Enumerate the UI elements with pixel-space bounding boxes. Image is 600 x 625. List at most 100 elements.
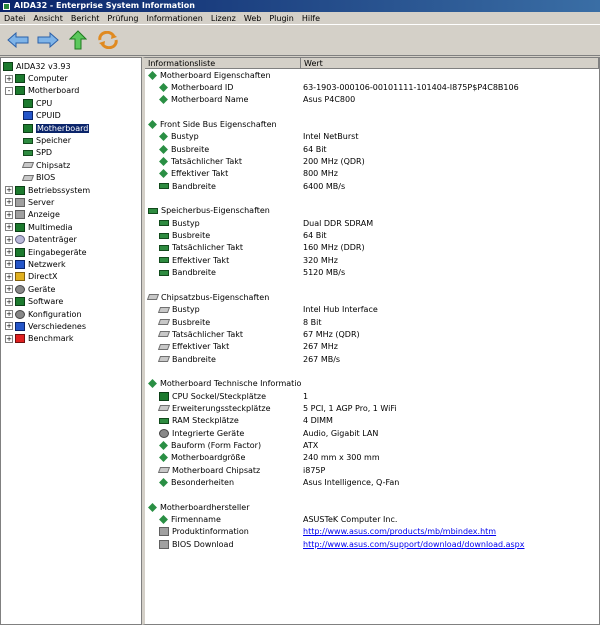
tree-item-verschiedenes[interactable]: + Verschiedenes: [1, 320, 141, 332]
group-header[interactable]: Chipsatzbus-Eigenschaften: [145, 291, 599, 303]
property-row[interactable]: Bandbreite 267 MB/s: [145, 353, 599, 365]
up-button[interactable]: [64, 28, 92, 52]
tree-item-cpuid-sub[interactable]: CPUID: [1, 110, 141, 122]
refresh-button[interactable]: [94, 28, 122, 52]
expand-icon[interactable]: +: [5, 322, 13, 331]
tree-item-label: Geräte: [28, 284, 56, 294]
property-row[interactable]: Effektiver Takt 267 MHz: [145, 341, 599, 353]
tree-item-software[interactable]: + Software: [1, 295, 141, 307]
tree-item-speicher-sub[interactable]: Speicher: [1, 134, 141, 146]
expand-icon[interactable]: +: [5, 260, 13, 269]
property-row[interactable]: Motherboard Name Asus P4C800: [145, 94, 599, 106]
tree-root[interactable]: AIDA32 v3.93: [1, 60, 141, 72]
menu-bar: Datei Ansicht Bericht Prüfung Informationen L…: [0, 12, 600, 25]
menu-item-0[interactable]: Datei: [0, 14, 29, 23]
property-row[interactable]: Bauform (Form Factor) ATX: [145, 439, 599, 451]
tree-item-konfiguration[interactable]: + Konfiguration: [1, 308, 141, 320]
property-link[interactable]: http://www.asus.com/support/download/dow…: [303, 540, 524, 549]
property-row[interactable]: CPU Sockel/Steckplätze 1: [145, 390, 599, 402]
property-row[interactable]: Integrierte Geräte Audio, Gigabit LAN: [145, 427, 599, 439]
expand-icon[interactable]: +: [5, 186, 13, 195]
forward-button[interactable]: [34, 28, 62, 52]
expand-icon[interactable]: +: [5, 248, 13, 257]
tree-item-directx[interactable]: + DirectX: [1, 271, 141, 283]
tree-item-datentr-ger[interactable]: + Datenträger: [1, 233, 141, 245]
navigation-tree-pane[interactable]: AIDA32 v3.93 + Computer - Motherboard CPU CPUI…: [0, 57, 142, 625]
property-row[interactable]: Bandbreite 5120 MB/s: [145, 267, 599, 279]
property-row[interactable]: Bustyp Intel Hub Interface: [145, 304, 599, 316]
property-link[interactable]: http://www.asus.com/products/mb/mbindex.…: [303, 527, 496, 536]
menu-item-6[interactable]: Web: [240, 14, 265, 23]
menu-item-5[interactable]: Lizenz: [207, 14, 240, 23]
menu-item-2[interactable]: Bericht: [67, 14, 104, 23]
expand-icon[interactable]: +: [5, 334, 13, 343]
property-row[interactable]: Motherboard ID 63-1903-000106-00101111-10…: [145, 81, 599, 93]
expand-icon[interactable]: +: [5, 198, 13, 207]
tree-item-ger-te[interactable]: + Geräte: [1, 283, 141, 295]
group-header[interactable]: Motherboardhersteller: [145, 501, 599, 513]
tree-item-chipsatz-sub[interactable]: Chipsatz: [1, 159, 141, 171]
expand-icon[interactable]: +: [5, 210, 13, 219]
title-bar: AIDA32 - Enterprise System Information: [0, 0, 600, 12]
property-row[interactable]: Motherboard Chipsatz i875P: [145, 464, 599, 476]
back-button[interactable]: [4, 28, 32, 52]
menu-item-1[interactable]: Ansicht: [29, 14, 67, 23]
menu-item-4[interactable]: Informationen: [143, 14, 207, 23]
column-header-value[interactable]: Wert: [301, 58, 599, 68]
property-row[interactable]: Busbreite 64 Bit: [145, 229, 599, 241]
property-row[interactable]: Produktinformation http://www.asus.com/pr…: [145, 526, 599, 538]
property-row[interactable]: Tatsächlicher Takt 160 MHz (DDR): [145, 242, 599, 254]
group-header[interactable]: Front Side Bus Eigenschaften: [145, 118, 599, 130]
property-row[interactable]: Bustyp Dual DDR SDRAM: [145, 217, 599, 229]
memory-icon: [159, 257, 169, 264]
property-row[interactable]: Erweiterungssteckplätze 5 PCI, 1 AGP Pro,…: [145, 402, 599, 414]
expand-icon[interactable]: +: [5, 310, 13, 318]
tree-item-bios-sub[interactable]: BIOS: [1, 172, 141, 184]
column-header-list[interactable]: Informationsliste: [145, 58, 301, 68]
property-row[interactable]: Effektiver Takt 800 MHz: [145, 168, 599, 180]
details-pane[interactable]: Informationsliste Wert Motherboard Eigen…: [142, 57, 600, 625]
tree-item-anzeige[interactable]: + Anzeige: [1, 209, 141, 221]
property-row[interactable]: Bandbreite 6400 MB/s: [145, 180, 599, 192]
menu-item-7[interactable]: Plugin: [265, 14, 298, 23]
property-row[interactable]: Effektiver Takt 320 MHz: [145, 254, 599, 266]
property-row[interactable]: Bustyp Intel NetBurst: [145, 131, 599, 143]
group-header[interactable]: Speicherbus-Eigenschaften: [145, 205, 599, 217]
expand-icon[interactable]: +: [5, 297, 13, 306]
property-name: Tatsächlicher Takt: [172, 329, 244, 339]
expand-icon[interactable]: +: [5, 74, 13, 83]
group-header[interactable]: Motherboard Eigenschaften: [145, 69, 599, 81]
property-row[interactable]: Busbreite 64 Bit: [145, 143, 599, 155]
property-row[interactable]: BIOS Download http://www.asus.com/support…: [145, 538, 599, 550]
diamond-icon: [148, 120, 157, 130]
tree-item-motherboard[interactable]: - Motherboard: [1, 85, 141, 97]
menu-item-3[interactable]: Prüfung: [103, 14, 142, 23]
expand-icon[interactable]: +: [5, 223, 13, 232]
tree-item-betriebssystem[interactable]: + Betriebssystem: [1, 184, 141, 196]
property-row[interactable]: Motherboardgröße 240 mm x 300 mm: [145, 452, 599, 464]
tree-item-server[interactable]: + Server: [1, 196, 141, 208]
diamond-icon: [159, 441, 168, 450]
expand-icon[interactable]: +: [5, 272, 13, 281]
expand-icon[interactable]: +: [5, 285, 13, 294]
property-row[interactable]: Firmenname ASUSTeK Computer Inc.: [145, 513, 599, 525]
expand-icon[interactable]: +: [5, 235, 13, 244]
tree-item-benchmark[interactable]: + Benchmark: [1, 333, 141, 345]
tree-item-netzwerk[interactable]: + Netzwerk: [1, 258, 141, 270]
tree-item-cpu-sub[interactable]: CPU: [1, 97, 141, 109]
memory-icon: [148, 207, 158, 214]
collapse-icon[interactable]: -: [5, 86, 13, 95]
property-row[interactable]: Busbreite 8 Bit: [145, 316, 599, 328]
tree-item-multimedia[interactable]: + Multimedia: [1, 221, 141, 233]
menu-item-8[interactable]: Hilfe: [298, 14, 324, 23]
tree-item-computer[interactable]: + Computer: [1, 72, 141, 84]
tree-item-spd-sub[interactable]: SPD: [1, 147, 141, 159]
group-header[interactable]: Motherboard Technische Information: [145, 378, 599, 390]
property-row[interactable]: Besonderheiten Asus Intelligence, Q-Fan: [145, 476, 599, 488]
tree-item-motherboard-sub[interactable]: Motherboard: [1, 122, 141, 134]
property-row[interactable]: Tatsächlicher Takt 67 MHz (QDR): [145, 328, 599, 340]
property-row[interactable]: RAM Steckplätze 4 DIMM: [145, 415, 599, 427]
property-row[interactable]: Tatsächlicher Takt 200 MHz (QDR): [145, 155, 599, 167]
tree-item-eingabeger-te[interactable]: + Eingabegeräte: [1, 246, 141, 258]
